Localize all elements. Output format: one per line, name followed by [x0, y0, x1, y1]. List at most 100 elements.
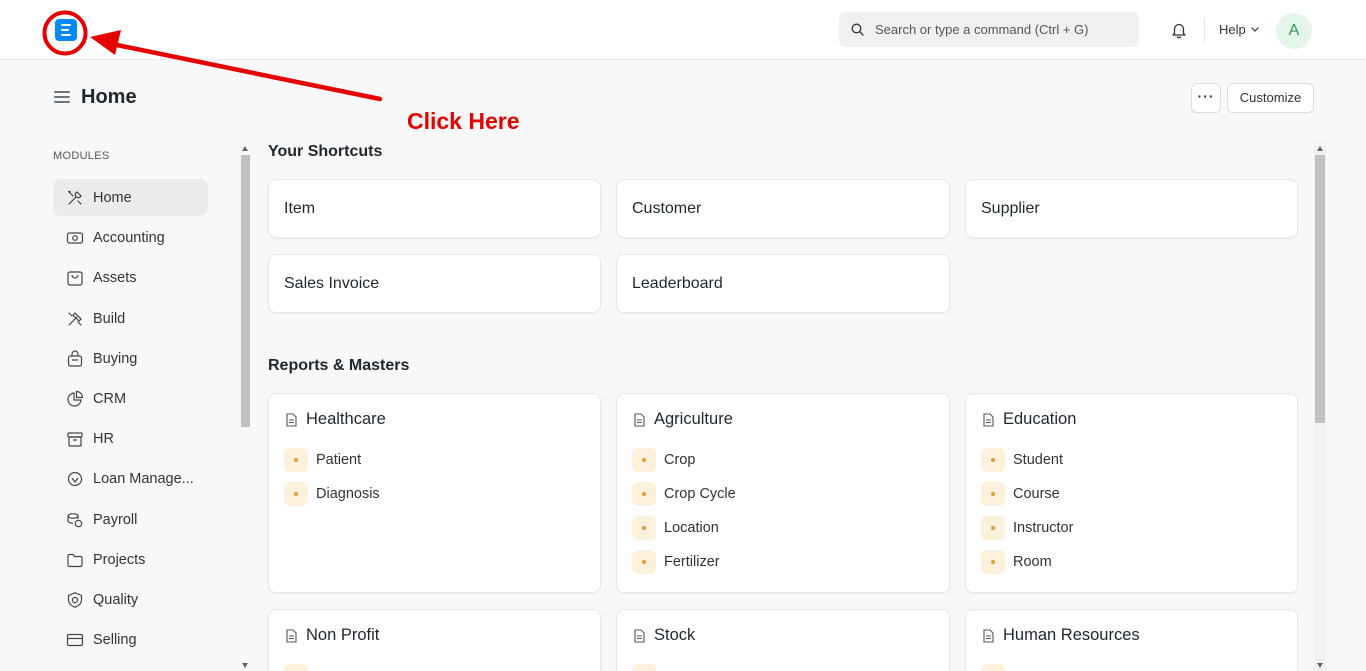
sidebar-toggle-icon[interactable] — [54, 91, 70, 103]
scroll-up-arrow-icon[interactable] — [1316, 146, 1323, 151]
customize-button[interactable]: Customize — [1227, 83, 1314, 113]
bullet-icon — [981, 550, 1005, 574]
sidebar-scrollbar-thumb[interactable] — [241, 155, 250, 427]
purchase-bag-icon — [67, 350, 83, 367]
report-card-title: Healthcare — [306, 410, 386, 428]
shortcut-card-leaderboard[interactable]: Leaderboard — [616, 254, 950, 313]
scroll-up-arrow-icon[interactable] — [242, 146, 248, 151]
sidebar-item-build[interactable]: Build — [53, 300, 208, 337]
report-card-title: Education — [1003, 410, 1077, 428]
sidebar-item-label: Accounting — [93, 230, 165, 247]
sidebar-item-projects[interactable]: Projects — [53, 541, 208, 578]
report-link-label: Instructor — [1013, 520, 1074, 536]
page-title: Home — [81, 86, 137, 108]
bullet-icon — [632, 448, 656, 472]
coins-icon — [67, 512, 83, 527]
report-card-human-resources: Human Resources — [965, 609, 1298, 671]
bullet-icon — [284, 664, 308, 671]
sidebar-item-accounting[interactable]: Accounting — [53, 219, 208, 256]
shortcut-card-customer[interactable]: Customer — [616, 179, 950, 238]
report-link-label: Patient — [316, 452, 362, 468]
sidebar-scrollbar[interactable] — [240, 143, 251, 671]
sidebar-item-label: CRM — [93, 390, 127, 407]
bullet-icon — [632, 550, 656, 574]
scroll-down-arrow-icon[interactable] — [242, 663, 248, 668]
briefcase-icon — [67, 271, 83, 286]
bullet-icon — [284, 448, 308, 472]
document-icon — [286, 413, 297, 427]
scroll-down-arrow-icon[interactable] — [1316, 663, 1323, 668]
search-icon — [851, 23, 864, 36]
chevron-down-icon[interactable] — [1251, 27, 1259, 32]
report-link-label: Course — [1013, 486, 1060, 502]
sidebar-item-label: Build — [93, 310, 126, 327]
home-tools-icon — [67, 190, 82, 205]
sidebar-item-label: Selling — [93, 632, 137, 649]
user-avatar[interactable]: A — [1276, 13, 1312, 49]
sidebar-item-hr[interactable]: HR — [53, 420, 208, 457]
hr-box-icon — [67, 432, 83, 447]
report-card-agriculture: Agriculture Crop Crop Cycle Location Fer… — [616, 393, 950, 593]
notification-bell-icon[interactable] — [1170, 21, 1188, 39]
sidebar-item-label: Home — [93, 190, 132, 206]
report-link-label: Diagnosis — [316, 486, 380, 502]
bullet-icon — [632, 516, 656, 540]
sidebar-item-payroll[interactable]: Payroll — [53, 501, 208, 538]
report-link-label: Student — [1013, 452, 1063, 468]
bullet-icon — [632, 482, 656, 506]
card-icon — [66, 633, 84, 647]
sidebar-item-label: HR — [93, 431, 114, 448]
tools-icon — [68, 311, 82, 326]
shortcut-card-item[interactable]: Item — [268, 179, 601, 238]
more-actions-button[interactable]: ··· — [1191, 83, 1221, 113]
help-menu-button[interactable]: Help — [1219, 22, 1246, 37]
document-icon — [634, 629, 645, 643]
sidebar-item-selling[interactable]: Selling — [53, 621, 208, 658]
document-icon — [286, 629, 297, 643]
search-input[interactable]: Search or type a command (Ctrl + G) — [839, 12, 1139, 47]
shortcut-label: Customer — [632, 200, 702, 217]
report-card-title: Non Profit — [306, 626, 380, 644]
bullet-icon — [981, 664, 1005, 671]
sidebar-item-home[interactable]: Home — [53, 179, 208, 216]
document-icon — [983, 413, 994, 427]
shortcut-card-sales-invoice[interactable]: Sales Invoice — [268, 254, 601, 313]
report-card-title: Agriculture — [654, 410, 733, 428]
sidebar-item-label: Buying — [93, 350, 138, 367]
sidebar-item-label: Payroll — [93, 511, 138, 528]
sidebar-item-crm[interactable]: CRM — [53, 380, 208, 417]
sidebar-item-label: Quality — [93, 591, 139, 608]
pie-chart-icon — [67, 390, 84, 407]
money-icon — [66, 232, 84, 244]
report-card-stock: Stock — [616, 609, 950, 671]
annotation-label: Click Here — [407, 108, 520, 134]
bullet-icon — [284, 482, 308, 506]
sidebar-item-quality[interactable]: Quality — [53, 581, 208, 618]
sidebar-item-loan-management[interactable]: Loan Manage... — [53, 460, 208, 497]
report-link-label: Room — [1013, 554, 1052, 570]
report-card-non-profit: Non Profit — [268, 609, 601, 671]
bullet-icon — [981, 516, 1005, 540]
modules-section-label: MODULES — [53, 150, 110, 162]
sidebar-item-label: Projects — [93, 551, 146, 568]
content-scrollbar[interactable] — [1314, 143, 1326, 671]
search-placeholder: Search or type a command (Ctrl + G) — [875, 22, 1089, 37]
bullet-icon — [981, 482, 1005, 506]
shortcut-label: Item — [284, 200, 316, 217]
report-link-label: Fertilizer — [664, 554, 720, 570]
sidebar-item-buying[interactable]: Buying — [53, 340, 208, 377]
sidebar-item-assets[interactable]: Assets — [53, 259, 208, 296]
report-link-label: Location — [664, 520, 719, 536]
report-card-education: Education Student Course Instructor Room — [965, 393, 1298, 593]
document-icon — [983, 629, 994, 643]
report-link-label: Crop Cycle — [664, 486, 736, 502]
report-link-label: Crop — [664, 452, 696, 468]
reports-section-title: Reports & Masters — [268, 357, 410, 374]
erpnext-logo-icon[interactable] — [55, 19, 77, 41]
report-card-healthcare: Healthcare Patient Diagnosis — [268, 393, 601, 593]
bullet-icon — [632, 664, 656, 671]
shortcut-card-supplier[interactable]: Supplier — [965, 179, 1298, 238]
sidebar-item-label: Assets — [93, 270, 137, 287]
content-scrollbar-thumb[interactable] — [1315, 155, 1325, 423]
report-card-title: Stock — [654, 626, 696, 644]
